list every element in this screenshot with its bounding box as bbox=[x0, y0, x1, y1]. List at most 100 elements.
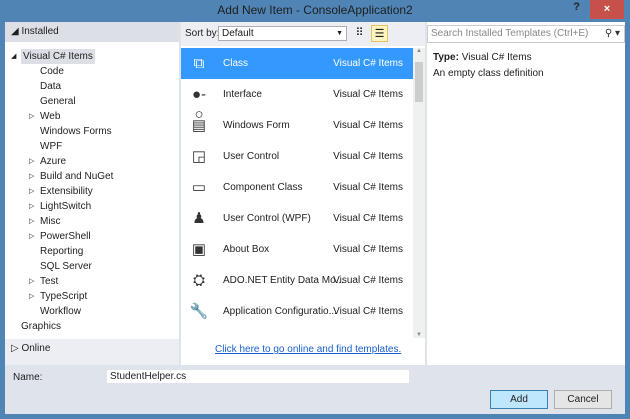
tree-node[interactable]: Reporting bbox=[5, 244, 179, 259]
tree-node[interactable]: Workflow bbox=[5, 304, 179, 319]
list-view-button[interactable]: ☰ bbox=[371, 25, 388, 42]
description: An empty class definition bbox=[433, 68, 544, 79]
tree-node[interactable]: ▷ Build and NuGet bbox=[5, 169, 179, 184]
template-category: Visual C# Items bbox=[333, 151, 403, 162]
tree-node[interactable]: SQL Server bbox=[5, 259, 179, 274]
tree-node[interactable]: General bbox=[5, 94, 179, 109]
search-input[interactable]: Search Installed Templates (Ctrl+E) ⚲ ▾ bbox=[427, 25, 625, 43]
cancel-button[interactable]: Cancel bbox=[554, 390, 612, 409]
expander-icon[interactable]: ▷ bbox=[29, 199, 34, 214]
tree-node[interactable]: ▷ Azure bbox=[5, 154, 179, 169]
template-item[interactable]: ▤ Windows Form Visual C# Items bbox=[181, 110, 413, 141]
template-category: Visual C# Items bbox=[333, 120, 403, 131]
tree-node[interactable]: ▷ LightSwitch bbox=[5, 199, 179, 214]
tree-node-label: General bbox=[40, 96, 76, 107]
sort-dropdown[interactable]: Default ▼ bbox=[218, 26, 347, 41]
template-name: ADO.NET Entity Data Mo... bbox=[223, 275, 344, 286]
help-button[interactable]: ? bbox=[573, 1, 580, 13]
expander-icon[interactable]: ▷ bbox=[29, 154, 34, 169]
search-icon[interactable]: ⚲ ▾ bbox=[605, 26, 620, 42]
tree-node[interactable]: ▷ Misc bbox=[5, 214, 179, 229]
type-label: Type: bbox=[433, 52, 459, 63]
tree-node[interactable]: Windows Forms bbox=[5, 124, 179, 139]
tree-node[interactable]: Graphics bbox=[5, 319, 179, 334]
tree-node[interactable]: ▷ PowerShell bbox=[5, 229, 179, 244]
search-placeholder: Search Installed Templates (Ctrl+E) bbox=[431, 28, 589, 39]
tree-node-label: Misc bbox=[40, 216, 61, 227]
tree-node-label: Azure bbox=[40, 156, 67, 167]
template-category: Visual C# Items bbox=[333, 213, 403, 224]
expander-icon[interactable]: ▷ bbox=[29, 214, 34, 229]
tree-node[interactable]: ▷ Test bbox=[5, 274, 179, 289]
tree-node-label: SQL Server bbox=[40, 261, 92, 272]
template-category: Visual C# Items bbox=[333, 58, 403, 69]
tree-node[interactable]: Data bbox=[5, 79, 179, 94]
tree-node[interactable]: ▷ Extensibility bbox=[5, 184, 179, 199]
template-name: Class bbox=[223, 58, 249, 69]
tree-node-installed[interactable]: ◢ Installed bbox=[5, 22, 179, 42]
user-control-wpf-icon: ♟ bbox=[192, 210, 206, 227]
tree-node-label: Code bbox=[40, 66, 64, 77]
component-class-icon: ▭ bbox=[191, 179, 207, 196]
template-item[interactable]: ▣ About Box Visual C# Items bbox=[181, 234, 413, 265]
details-panel: Search Installed Templates (Ctrl+E) ⚲ ▾ T… bbox=[427, 22, 625, 365]
tree-node-label: Reporting bbox=[40, 246, 84, 257]
scrollbar[interactable]: ▲ ▼ bbox=[413, 48, 425, 338]
expander-icon[interactable]: ▷ bbox=[29, 109, 34, 124]
template-category: Visual C# Items bbox=[333, 306, 403, 317]
online-label: Online bbox=[21, 343, 51, 354]
tree-node[interactable]: Code bbox=[5, 64, 179, 79]
tree-node-label: Extensibility bbox=[40, 186, 93, 197]
template-item[interactable]: ♟ User Control (WPF) Visual C# Items bbox=[181, 203, 413, 234]
template-item[interactable]: ⛭ ADO.NET Entity Data Mo... Visual C# Item… bbox=[181, 265, 413, 296]
small-icons-view-button[interactable]: ⠿ bbox=[351, 25, 368, 42]
entity-data-model-icon: ⛭ bbox=[192, 272, 205, 289]
tree-node-label: Windows Forms bbox=[40, 126, 112, 137]
online-templates-link[interactable]: Click here to go online and find templat… bbox=[215, 344, 401, 355]
expander-icon[interactable]: ▷ bbox=[29, 229, 34, 244]
interface-icon: ●-○ bbox=[191, 86, 207, 123]
add-button[interactable]: Add bbox=[490, 390, 548, 409]
template-name: Application Configuratio... bbox=[223, 306, 337, 317]
close-button[interactable]: × bbox=[590, 0, 624, 19]
template-category: Visual C# Items bbox=[333, 244, 403, 255]
template-name: About Box bbox=[223, 244, 270, 255]
expander-icon[interactable]: ▷ bbox=[29, 289, 34, 304]
tree-node-label: Data bbox=[40, 81, 62, 92]
sort-label: Sort by: bbox=[185, 28, 220, 39]
tree-node[interactable]: ◢ Visual C# Items bbox=[5, 49, 179, 64]
template-name: User Control bbox=[223, 151, 280, 162]
chevron-down-icon: ▼ bbox=[336, 30, 343, 37]
name-input[interactable]: StudentHelper.cs bbox=[107, 370, 409, 383]
expander-icon[interactable]: ▷ bbox=[29, 169, 34, 184]
template-item[interactable]: ⧉ Class Visual C# Items bbox=[181, 48, 413, 79]
class-icon: ⧉ bbox=[193, 55, 205, 72]
tree-node[interactable]: ▷ TypeScript bbox=[5, 289, 179, 304]
tree-node-label: Visual C# Items bbox=[21, 49, 95, 64]
template-item[interactable]: 🔧 Application Configuratio... Visual C# It… bbox=[181, 296, 413, 327]
tree-node[interactable]: WPF bbox=[5, 139, 179, 154]
template-item[interactable]: ▭ Component Class Visual C# Items bbox=[181, 172, 413, 203]
scrollbar-thumb[interactable] bbox=[415, 62, 423, 102]
template-name: User Control (WPF) bbox=[223, 213, 311, 224]
name-label: Name: bbox=[13, 372, 43, 383]
template-item[interactable]: ●-○ Interface Visual C# Items bbox=[181, 79, 413, 123]
user-control-icon: ◲ bbox=[191, 148, 207, 165]
tree-node[interactable]: ▷ Web bbox=[5, 109, 179, 124]
expander-icon[interactable]: ▷ bbox=[29, 274, 34, 289]
template-name: Component Class bbox=[223, 182, 303, 193]
window-title: Add New Item - ConsoleApplication2 bbox=[217, 3, 413, 17]
template-item[interactable]: ◲ User Control Visual C# Items bbox=[181, 141, 413, 172]
tree-node-label: WPF bbox=[40, 141, 63, 152]
expander-icon[interactable]: ◢ bbox=[11, 49, 16, 64]
expander-icon[interactable]: ▷ bbox=[29, 184, 34, 199]
installed-label: Installed bbox=[21, 26, 59, 37]
tree-node-label: Workflow bbox=[40, 306, 81, 317]
tree-node-label: Build and NuGet bbox=[40, 171, 114, 182]
tree-node-online[interactable]: ▷ Online bbox=[5, 339, 179, 365]
about-box-icon: ▣ bbox=[191, 241, 207, 258]
app-config-icon: 🔧 bbox=[189, 303, 209, 320]
template-name: Windows Form bbox=[223, 120, 290, 131]
tree-node-label: PowerShell bbox=[40, 231, 91, 242]
template-category: Visual C# Items bbox=[333, 182, 403, 193]
